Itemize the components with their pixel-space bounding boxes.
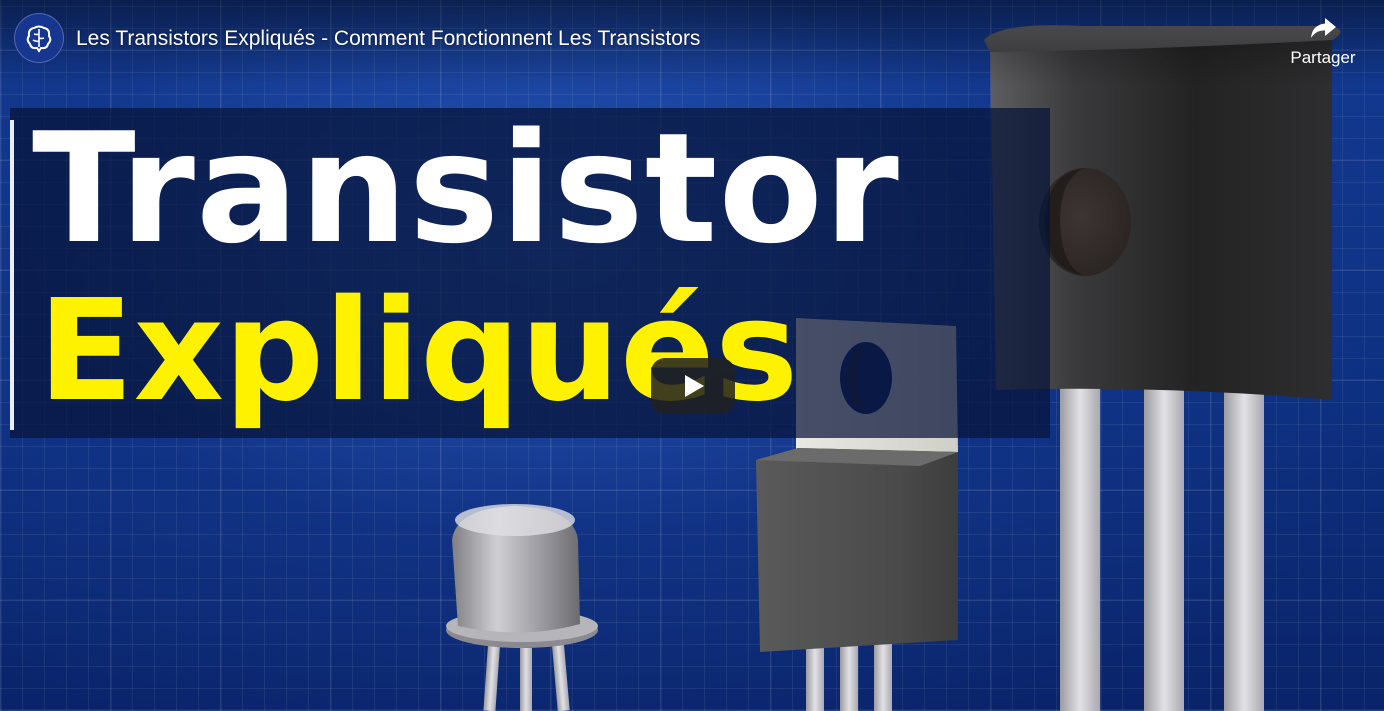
share-label: Partager (1290, 48, 1356, 67)
share-arrow-icon (1311, 18, 1336, 38)
play-button[interactable] (651, 358, 735, 414)
share-button[interactable]: Partager (1278, 14, 1368, 78)
to18-metal-can-transistor-illustration (446, 504, 598, 711)
brain-logo-icon (26, 25, 52, 53)
video-title[interactable]: Les Transistors Expliqués - Comment Fonc… (76, 25, 700, 53)
play-icon (685, 375, 704, 397)
headline-line-1: Transistor (32, 100, 900, 277)
channel-avatar[interactable] (14, 13, 64, 63)
video-player[interactable]: Transistor Expliqués Les Transistors Exp… (0, 0, 1384, 711)
headline-accent-bar (10, 120, 14, 430)
